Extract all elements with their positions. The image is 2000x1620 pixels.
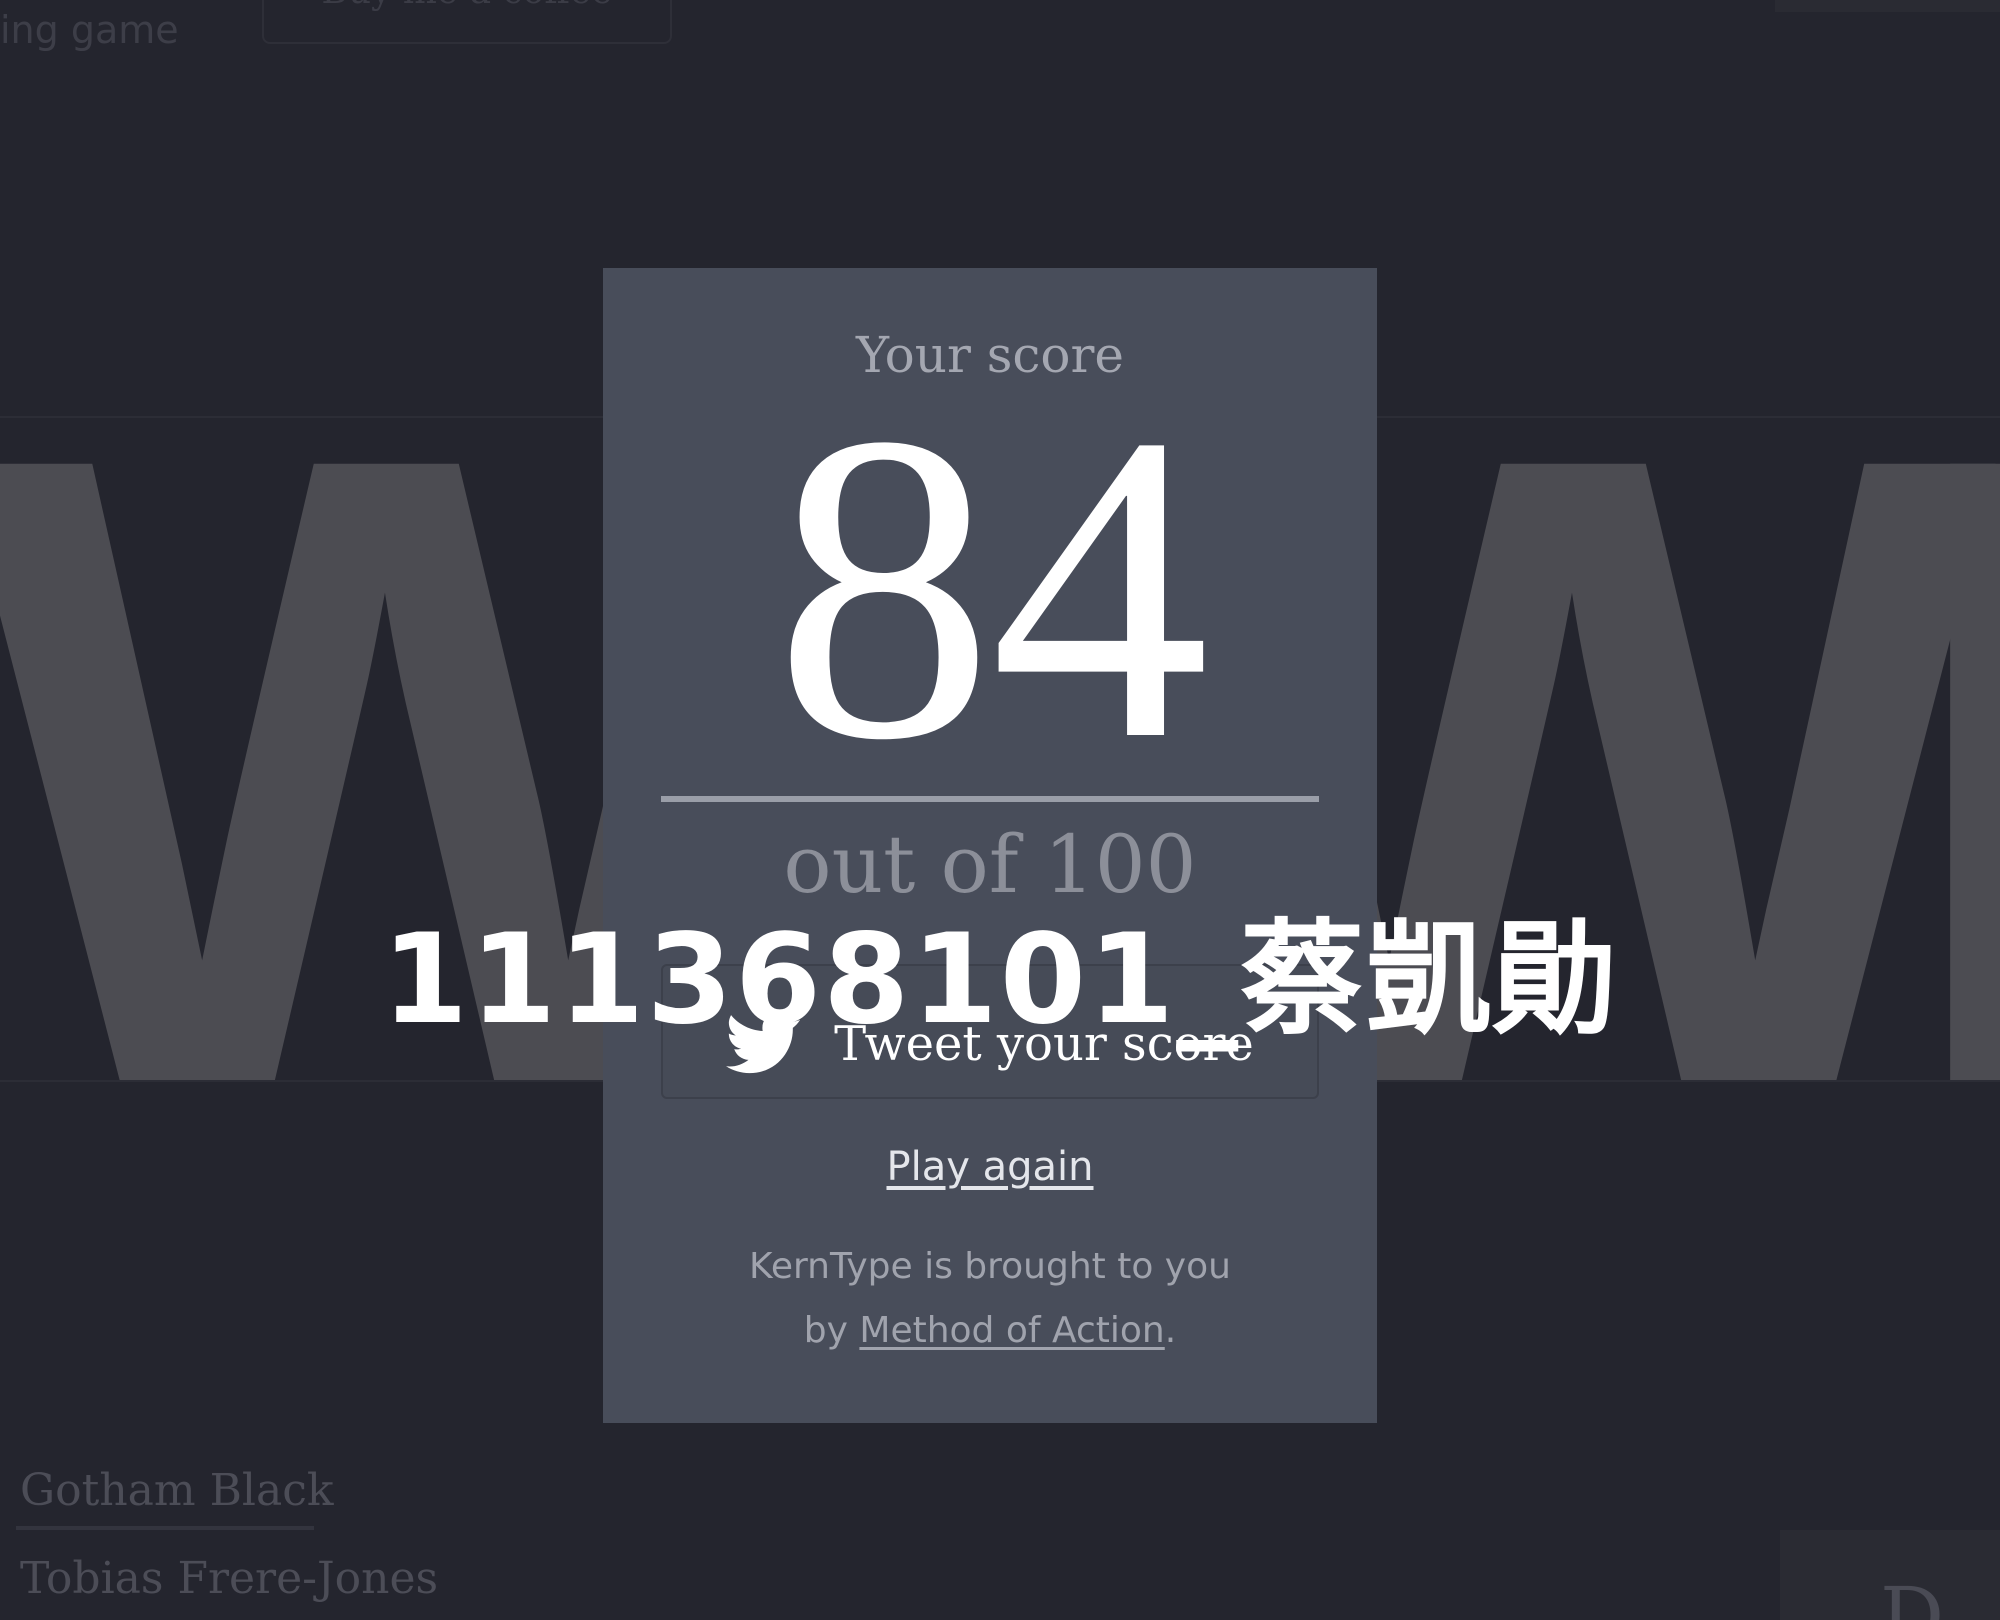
background-tagline-text: ing game xyxy=(0,8,179,52)
score-modal: Your score 84 out of 100 Tweet your scor… xyxy=(603,268,1377,1423)
next-specimen-glyph: D xyxy=(1880,1570,1945,1620)
credit-period: . xyxy=(1164,1310,1177,1351)
font-name-underline xyxy=(16,1526,314,1530)
font-name-link[interactable]: Gotham Black xyxy=(20,1465,334,1516)
designer-name: Tobias Frere-Jones xyxy=(20,1553,439,1604)
score-value: 84 xyxy=(774,344,1210,831)
credit-byline: by Method of Action. xyxy=(603,1310,1377,1351)
student-id-watermark: 111368101_蔡凱勛 xyxy=(381,908,1619,1052)
credit-by: by xyxy=(803,1310,860,1351)
method-of-action-link[interactable]: Method of Action xyxy=(859,1310,1164,1351)
next-specimen-card[interactable]: D xyxy=(1780,1530,2000,1620)
play-again-link[interactable]: Play again xyxy=(603,1144,1377,1190)
credit-text: KernType is brought to you xyxy=(749,1246,1231,1287)
score-divider xyxy=(661,796,1319,802)
top-right-control[interactable] xyxy=(1775,0,2000,12)
buy-me-a-coffee-button[interactable]: Buy me a coffee xyxy=(262,0,672,44)
